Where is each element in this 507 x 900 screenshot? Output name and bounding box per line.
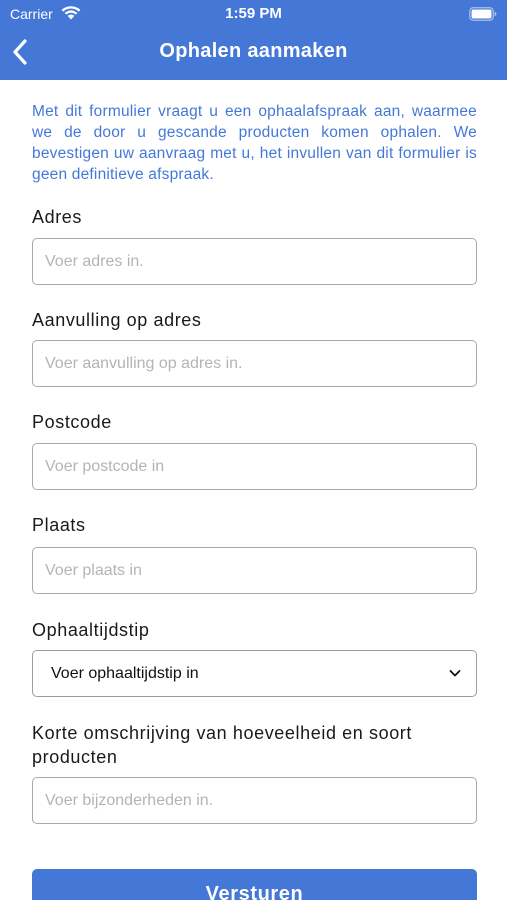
city-field[interactable]	[32, 547, 477, 594]
city-label: Plaats	[32, 515, 86, 535]
address-field[interactable]	[32, 238, 477, 285]
address-label: Adres	[32, 207, 83, 227]
description-input[interactable]	[33, 778, 476, 823]
city-input[interactable]	[33, 548, 476, 593]
chevron-down-icon	[449, 670, 461, 677]
status-bar: Carrier 1:59 PM	[0, 0, 507, 28]
app-header: Carrier 1:59 PM Ophalen aanmaken	[0, 0, 507, 80]
pickup-time-value: Voer ophaaltijdstip in	[51, 665, 199, 682]
submit-button[interactable]: Versturen	[32, 869, 477, 900]
address-extra-field[interactable]	[32, 340, 477, 387]
address-extra-label: Aanvulling op adres	[32, 310, 202, 330]
battery-icon	[469, 7, 497, 21]
postcode-label: Postcode	[32, 412, 112, 432]
postcode-field[interactable]	[32, 443, 477, 490]
description-field[interactable]	[32, 777, 477, 824]
description-label: Korte omschrijving van hoeveelheid en so…	[32, 723, 412, 767]
address-extra-input[interactable]	[33, 341, 476, 386]
address-input[interactable]	[33, 239, 476, 284]
postcode-input[interactable]	[33, 444, 476, 489]
pickup-time-label: Ophaaltijdstip	[32, 620, 150, 640]
pickup-time-select[interactable]: Voer ophaaltijdstip in	[32, 650, 477, 697]
status-time: 1:59 PM	[225, 5, 282, 22]
page-title: Ophalen aanmaken	[159, 40, 348, 62]
intro-text: Met dit formulier vraagt u een ophaalafs…	[32, 103, 477, 183]
